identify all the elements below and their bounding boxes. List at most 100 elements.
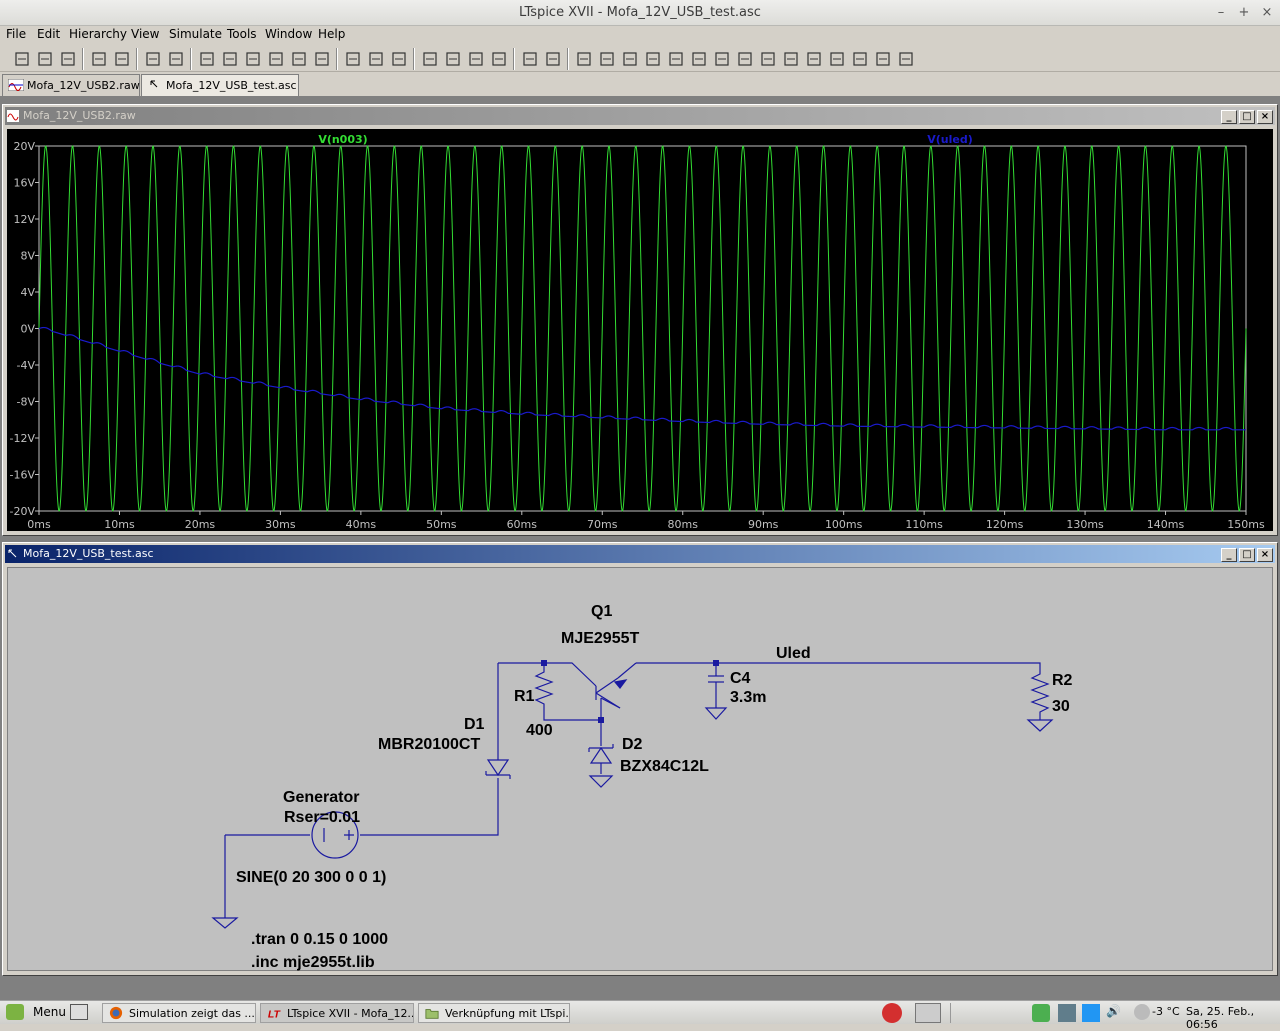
legend-v-n003[interactable]: V(n003) [318,133,367,146]
child-close-button[interactable]: × [1257,110,1273,124]
r1-name[interactable]: R1 [514,688,535,705]
tab-asc[interactable]: Mofa_12V_USB_test.asc [141,74,299,96]
clock[interactable]: Sa, 25. Feb., 06:56 [1186,1005,1280,1031]
mirror-icon[interactable] [850,49,870,69]
wire[interactable] [543,698,602,721]
ground-icon[interactable] [574,49,594,69]
control-panel-icon[interactable] [89,49,109,69]
resistor-r2[interactable] [1026,670,1054,732]
menu-help[interactable]: Help [318,27,345,41]
autorange-y-icon[interactable] [289,49,309,69]
mint-menu-icon[interactable] [6,1004,24,1020]
open-icon[interactable] [35,49,55,69]
zoom-pan-icon[interactable] [197,49,217,69]
autorange-icon[interactable] [266,49,286,69]
d2-model[interactable]: BZX84C12L [620,758,709,775]
menu-simulate[interactable]: Simulate [169,27,222,41]
zoom-in-icon[interactable] [166,49,186,69]
drag-icon[interactable] [758,49,778,69]
c4-value[interactable]: 3.3m [730,689,766,706]
ground-symbol[interactable] [211,917,239,929]
wire-icon[interactable] [543,49,563,69]
redo-icon[interactable] [804,49,824,69]
new-schematic-icon[interactable] [12,49,32,69]
halt-icon[interactable] [143,49,163,69]
child-restore-button[interactable]: □ [1239,548,1255,562]
print-icon[interactable] [520,49,540,69]
net-label-uled[interactable]: Uled [776,645,811,662]
spice-directive-tran[interactable]: .tran 0 0.15 0 1000 [251,931,388,948]
child-minimize-button[interactable]: _ [1221,548,1237,562]
paste-icon[interactable] [443,49,463,69]
task-folder[interactable]: Verknüpfung mit LTspi... [418,1003,570,1023]
capacitor-icon[interactable] [643,49,663,69]
power-icon[interactable] [882,1003,902,1023]
resistor-r1[interactable] [534,668,554,708]
label-net-icon[interactable] [597,49,617,69]
plot-pane[interactable]: V(n003) V(uled) 20V 16V 12V 8V 4V 0V -4V -8V -12… [7,129,1273,531]
transistor-q1[interactable] [595,662,637,709]
minimize-button[interactable]: – [1212,4,1230,22]
volume-icon[interactable]: 🔊 [1106,1004,1124,1022]
move-icon[interactable] [735,49,755,69]
weather-icon[interactable] [1134,1004,1150,1020]
zoom-fit-icon[interactable] [243,49,263,69]
print-setup-icon[interactable] [489,49,509,69]
workspace-switcher[interactable] [950,1003,1020,1023]
d2-name[interactable]: D2 [622,736,643,753]
show-desktop-icon[interactable] [70,1004,88,1020]
rotate-icon[interactable] [827,49,847,69]
save-icon[interactable] [58,49,78,69]
child-minimize-button[interactable]: _ [1221,110,1237,124]
close-button[interactable]: × [1258,4,1276,22]
diode-d2[interactable] [588,744,614,788]
resistor-icon[interactable] [620,49,640,69]
temperature-readout[interactable]: -3 °C [1152,1005,1180,1018]
capacitor-c4[interactable] [704,675,728,720]
d1-name[interactable]: D1 [464,716,485,733]
ltspice-tray-icon[interactable] [915,1003,941,1023]
diode-d1[interactable] [485,759,511,779]
menu-edit[interactable]: Edit [37,27,60,41]
schematic-drawing[interactable]: Q1 MJE2955T Uled R1 400 C4 3.3m R2 30 D1… [8,568,1274,974]
menu-window[interactable]: Window [265,27,312,41]
cascade-icon[interactable] [343,49,363,69]
copy-icon[interactable] [420,49,440,69]
component-icon[interactable] [712,49,732,69]
child-restore-button[interactable]: □ [1239,110,1255,124]
waveform-chart[interactable]: V(n003) V(uled) 20V 16V 12V 8V 4V 0V -4V -8V -12… [7,129,1273,535]
r2-name[interactable]: R2 [1052,672,1073,689]
zoom-out-icon[interactable] [220,49,240,69]
inductor-icon[interactable] [666,49,686,69]
spice-directive-icon[interactable] [896,49,916,69]
q1-name[interactable]: Q1 [591,603,612,620]
maximize-button[interactable]: + [1235,4,1253,22]
wire[interactable] [360,778,499,836]
q1-model[interactable]: MJE2955T [561,630,639,647]
tile-vertical-icon[interactable] [366,49,386,69]
c4-name[interactable]: C4 [730,670,751,687]
find-icon[interactable] [466,49,486,69]
run-icon[interactable] [112,49,132,69]
task-firefox[interactable]: Simulation zeigt das ... [102,1003,256,1023]
tab-raw[interactable]: Mofa_12V_USB2.raw [2,74,140,96]
menu-tools[interactable]: Tools [227,27,257,41]
schematic-canvas[interactable]: Q1 MJE2955T Uled R1 400 C4 3.3m R2 30 D1… [7,567,1273,971]
task-ltspice[interactable]: LT LTspice XVII - Mofa_12... [260,1003,414,1023]
text-icon[interactable] [873,49,893,69]
legend-v-uled[interactable]: V(uled) [927,133,973,146]
network-icon[interactable] [1058,1004,1076,1022]
update-manager-icon[interactable] [1082,1004,1100,1022]
menu-file[interactable]: File [6,27,26,41]
child-close-button[interactable]: × [1257,548,1273,562]
wire[interactable] [636,662,1041,670]
cut-icon[interactable] [389,49,409,69]
generator-rser[interactable]: Rser=0.01 [284,809,360,826]
spice-directive-inc[interactable]: .inc mje2955t.lib [251,954,375,971]
generator-value[interactable]: SINE(0 20 300 0 0 1) [236,869,386,886]
start-menu-button[interactable]: Menu [33,1005,66,1019]
r2-value[interactable]: 30 [1052,698,1070,715]
menu-hierarchy[interactable]: Hierarchy [69,27,127,41]
undo-icon[interactable] [781,49,801,69]
shield-icon[interactable] [1032,1004,1050,1022]
